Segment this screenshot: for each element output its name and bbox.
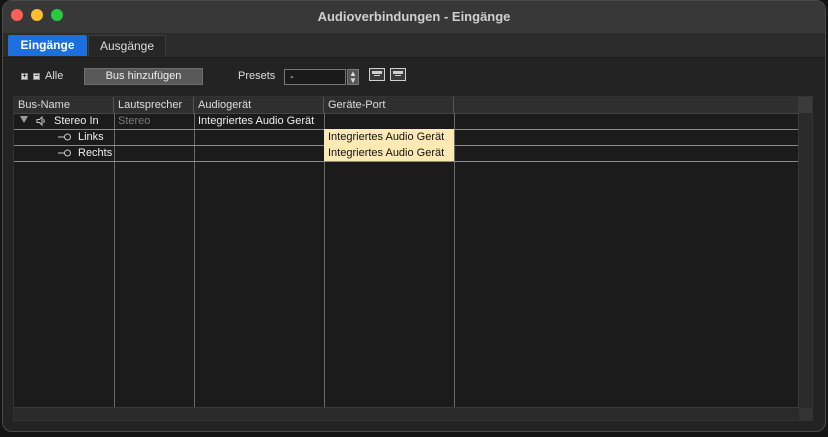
table-row[interactable]: Stereo In Stereo Integriertes Audio Gerä…: [14, 113, 799, 130]
disclosure-triangle-icon[interactable]: [20, 116, 28, 123]
tab-outputs[interactable]: Ausgänge: [88, 35, 166, 56]
column-bus-name[interactable]: Bus-Name: [14, 97, 114, 113]
horizontal-scrollbar[interactable]: [14, 407, 799, 420]
connections-table: Bus-Name Lautsprecher Audiogerät Geräte-…: [13, 96, 813, 421]
add-bus-button[interactable]: Bus hinzufügen: [84, 68, 203, 85]
table-row[interactable]: Links Integriertes Audio Gerät: [14, 129, 799, 146]
table-row[interactable]: Rechts Integriertes Audio Gerät: [14, 145, 799, 162]
column-audio-device[interactable]: Audiogerät: [194, 97, 324, 113]
channel-connector-icon: [58, 149, 71, 157]
tab-inputs[interactable]: Eingänge: [8, 35, 87, 56]
chevron-down-icon: ▼: [349, 76, 357, 85]
device-port-cell[interactable]: [324, 113, 454, 129]
device-port-cell[interactable]: Integriertes Audio Gerät: [324, 129, 454, 145]
speaker-icon: [36, 116, 45, 126]
audio-device-cell[interactable]: Integriertes Audio Gerät: [194, 113, 324, 129]
delete-preset-icon[interactable]: [390, 68, 406, 81]
title-bar[interactable]: Audioverbindungen - Eingänge: [3, 1, 825, 34]
speaker-cell[interactable]: [114, 145, 194, 161]
audio-device-cell[interactable]: [194, 129, 324, 145]
audio-connections-window: Audioverbindungen - Eingänge Eingänge Au…: [2, 0, 826, 432]
window-title: Audioverbindungen - Eingänge: [317, 9, 511, 24]
presets-select[interactable]: -: [284, 69, 346, 85]
minus-square-icon[interactable]: −: [33, 73, 40, 80]
save-preset-icon[interactable]: [369, 68, 385, 81]
speaker-cell[interactable]: Stereo: [114, 113, 194, 129]
scrollbar-header-corner: [799, 97, 812, 113]
bus-name-cell[interactable]: Links: [74, 129, 114, 145]
scrollbar-corner: [799, 408, 812, 420]
speaker-cell[interactable]: [114, 129, 194, 145]
bus-name-cell[interactable]: Stereo In: [50, 113, 114, 129]
all-label: Alle: [45, 70, 64, 82]
column-speaker[interactable]: Lautsprecher: [114, 97, 194, 113]
presets-stepper[interactable]: ▲ ▼: [347, 69, 359, 85]
bus-name-cell[interactable]: Rechts: [74, 145, 114, 161]
channel-connector-icon: [58, 133, 71, 141]
column-device-port[interactable]: Geräte-Port: [324, 97, 454, 113]
tab-bar: Eingänge Ausgänge: [3, 33, 825, 58]
table-header: Bus-Name Lautsprecher Audiogerät Geräte-…: [14, 97, 799, 114]
vertical-scrollbar[interactable]: [798, 97, 812, 408]
plus-square-icon[interactable]: +: [21, 73, 28, 80]
presets-label: Presets: [238, 70, 276, 82]
toolbar: + − Alle Bus hinzufügen Presets - ▲ ▼: [3, 58, 825, 94]
audio-device-cell[interactable]: [194, 145, 324, 161]
device-port-cell[interactable]: Integriertes Audio Gerät: [324, 145, 454, 161]
